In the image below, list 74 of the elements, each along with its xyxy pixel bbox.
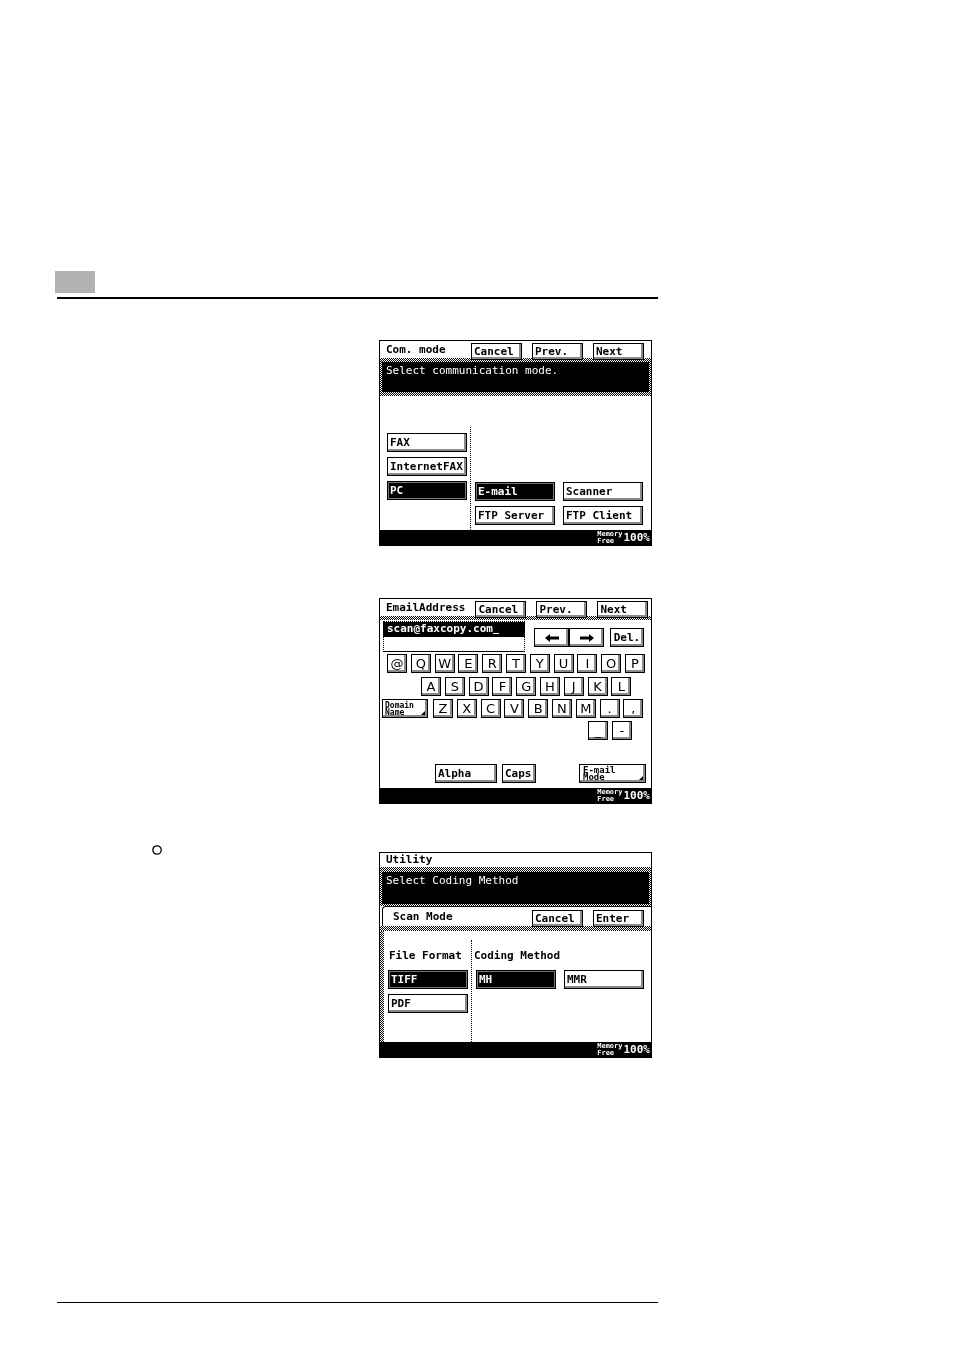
keyboard-key[interactable]: W	[434, 654, 455, 673]
nav-button[interactable]: Next	[593, 343, 644, 360]
option-button[interactable]: MMR	[564, 970, 644, 989]
keyboard-key[interactable]: ,	[623, 699, 644, 718]
option-button[interactable]: E-mail	[475, 482, 555, 501]
keyboard-key[interactable]: X	[456, 699, 477, 718]
keyboard-key[interactable]: M	[575, 699, 596, 718]
option-button[interactable]: FTP Client	[563, 506, 643, 525]
screen-title: Utility	[386, 853, 434, 867]
option-button[interactable]: FTP Server	[475, 506, 555, 525]
keyboard-key[interactable]: Q	[410, 654, 431, 673]
option-button[interactable]: MH	[476, 970, 556, 989]
nav-button[interactable]: Prev.	[536, 601, 588, 618]
memory-value: 100%	[623, 789, 650, 802]
keyboard-key[interactable]: R	[482, 654, 503, 673]
mode-button[interactable]: E-mail Mode	[579, 764, 646, 783]
keyboard-key[interactable]: U	[553, 654, 574, 673]
keyboard-key[interactable]: D	[468, 677, 489, 696]
nav-button[interactable]: Cancel	[532, 910, 583, 927]
prompt-message: Select communication mode.	[382, 362, 649, 392]
keyboard-key[interactable]: B	[528, 699, 549, 718]
sub-title: Scan Mode	[392, 910, 454, 924]
keyboard-key[interactable]: -	[611, 721, 632, 740]
mode-button[interactable]: Alpha	[435, 764, 497, 783]
option-button[interactable]: FAX	[387, 433, 467, 452]
keyboard-key[interactable]: S	[444, 677, 465, 696]
screen-title: EmailAddress	[386, 601, 466, 615]
mode-button[interactable]: Caps	[502, 764, 536, 783]
option-button[interactable]: PDF	[388, 994, 468, 1013]
keyboard-key[interactable]: H	[540, 677, 560, 696]
keyboard-key[interactable]: E	[458, 654, 479, 673]
screen-title: Com. mode	[386, 343, 447, 357]
keyboard-key[interactable]: _	[588, 721, 608, 740]
option-button[interactable]: TIFF	[388, 970, 468, 989]
nav-button[interactable]: Cancel	[471, 343, 522, 360]
right-arrow-button[interactable]	[569, 628, 604, 647]
option-button[interactable]: InternetFAX	[387, 457, 467, 476]
keyboard-key[interactable]: K	[587, 677, 608, 696]
prompt-message: Select Coding Method	[382, 872, 649, 904]
option-button[interactable]: Scanner	[563, 482, 643, 501]
section-marker	[55, 271, 95, 293]
right-arrow-icon	[579, 633, 594, 642]
keyboard-key[interactable]: P	[624, 654, 645, 673]
column-heading: Coding Method	[474, 950, 562, 962]
keyboard-key[interactable]: F	[492, 677, 513, 696]
keyboard-key[interactable]: L	[611, 677, 632, 696]
corner-triangle-icon	[421, 711, 425, 715]
keyboard-key[interactable]: Z	[433, 699, 453, 718]
keyboard-key[interactable]: C	[480, 699, 501, 718]
memory-value: 100%	[623, 531, 650, 544]
keyboard-key[interactable]: V	[504, 699, 525, 718]
corner-triangle-icon	[639, 776, 643, 780]
memory-value: 100%	[623, 1043, 650, 1056]
nav-button[interactable]: Enter	[593, 910, 644, 927]
delete-key[interactable]: Del.	[610, 628, 644, 647]
keyboard-key[interactable]: A	[421, 677, 441, 696]
keyboard-key[interactable]: .	[599, 699, 620, 718]
column-heading: File Format	[388, 950, 463, 962]
keyboard-key[interactable]: I	[577, 654, 598, 673]
left-arrow-icon	[544, 633, 559, 642]
keyboard-key[interactable]: T	[506, 654, 526, 673]
nav-button[interactable]: Next	[597, 601, 649, 618]
nav-button[interactable]: Prev.	[532, 343, 583, 360]
option-button[interactable]: PC	[387, 481, 467, 500]
keyboard-key[interactable]: O	[601, 654, 622, 673]
keyboard-key[interactable]: @	[387, 654, 407, 673]
keyboard-key[interactable]: Y	[529, 654, 550, 673]
keyboard-key[interactable]: G	[516, 677, 537, 696]
nav-button[interactable]: Cancel	[475, 601, 527, 618]
keyboard-key[interactable]: N	[551, 699, 572, 718]
domain-name-key[interactable]: Domain Name	[382, 699, 428, 718]
keyboard-key[interactable]: J	[563, 677, 584, 696]
left-arrow-button[interactable]	[534, 628, 569, 647]
address-input-field[interactable]: scan@faxcopy.com	[383, 621, 525, 652]
